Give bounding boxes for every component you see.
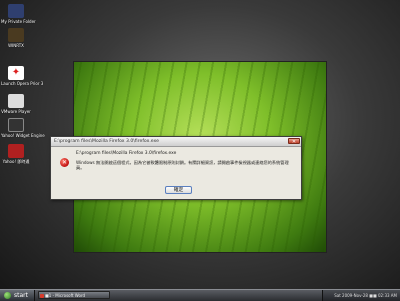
vmware-icon bbox=[8, 94, 24, 108]
widget-icon bbox=[8, 118, 24, 132]
start-orb-icon bbox=[4, 292, 11, 299]
dialog-titlebar[interactable]: E:\program files\Mozilla Firefox 3.0\fir… bbox=[51, 137, 301, 147]
start-button[interactable]: start bbox=[0, 290, 35, 301]
system-tray-clock[interactable]: Sat 2009-Nov-28 ■■ 02:33 AM bbox=[322, 290, 400, 301]
error-message: Windows 無法開啟這個程式，因為它被軟體限制原則封鎖。有關詳細資訊，請開啟… bbox=[76, 160, 289, 171]
desktop-icon-yahoo-messenger[interactable]: Yahoo! 即時通 bbox=[1, 144, 31, 164]
taskbar-item-word[interactable]: ■1 - Microsoft Word bbox=[38, 291, 110, 299]
desktop-icon-label: WINRTX bbox=[8, 43, 24, 48]
desktop-icon-label: My Private Folder bbox=[1, 19, 36, 24]
desktop-icon-opera[interactable]: ✦ Launch Opera Prior 3 bbox=[1, 66, 44, 86]
desktop-icon-label: VMware Player bbox=[1, 109, 31, 114]
desktop-icon-yahoo-widget[interactable]: Yahoo! Widget Engine bbox=[1, 118, 45, 138]
dialog-title: E:\program files\Mozilla Firefox 3.0\fir… bbox=[54, 139, 159, 144]
opera-icon: ✦ bbox=[8, 66, 24, 80]
desktop-icon-label: Launch Opera Prior 3 bbox=[1, 81, 44, 86]
blocked-program-path: E:\program files\Mozilla Firefox 3.0\fir… bbox=[76, 151, 177, 156]
close-button[interactable]: ✕ bbox=[288, 138, 300, 145]
desktop-icon-label: Yahoo! Widget Engine bbox=[1, 133, 45, 138]
error-dialog: E:\program files\Mozilla Firefox 3.0\fir… bbox=[50, 136, 302, 200]
taskbar: start ■1 - Microsoft Word Sat 2009-Nov-2… bbox=[0, 289, 400, 301]
word-icon bbox=[40, 294, 44, 298]
desktop-icon-private-folder[interactable]: My Private Folder bbox=[1, 4, 36, 24]
desktop-icon-winrtx[interactable]: WINRTX bbox=[1, 28, 31, 48]
app-icon bbox=[8, 28, 24, 42]
ok-button[interactable]: 確定 bbox=[165, 186, 192, 194]
messenger-icon bbox=[8, 144, 24, 158]
taskbar-item-label: ■1 - Microsoft Word bbox=[45, 293, 86, 298]
desktop-icon-vmware[interactable]: VMware Player bbox=[1, 94, 31, 114]
folder-icon bbox=[8, 4, 24, 18]
desktop-icon-label: Yahoo! 即時通 bbox=[2, 159, 30, 164]
error-icon: ✕ bbox=[60, 158, 69, 167]
start-label: start bbox=[14, 292, 28, 299]
